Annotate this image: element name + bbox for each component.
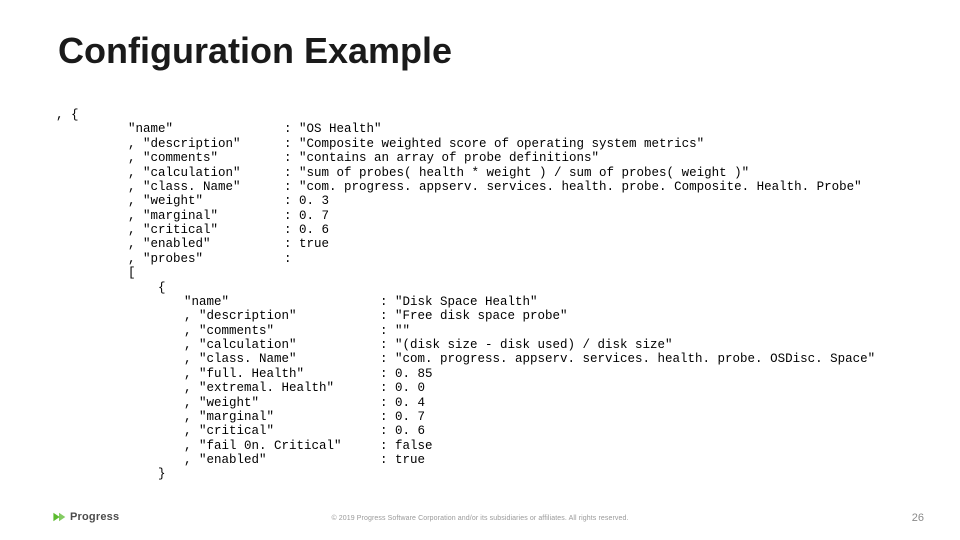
page-number: 26 — [912, 512, 924, 524]
footer: Progress © 2019 Progress Software Corpor… — [0, 510, 960, 530]
slide-title: Configuration Example — [58, 30, 452, 72]
code-block: , {"name": "OS Health", "description": "… — [56, 108, 875, 482]
copyright: © 2019 Progress Software Corporation and… — [0, 515, 960, 522]
